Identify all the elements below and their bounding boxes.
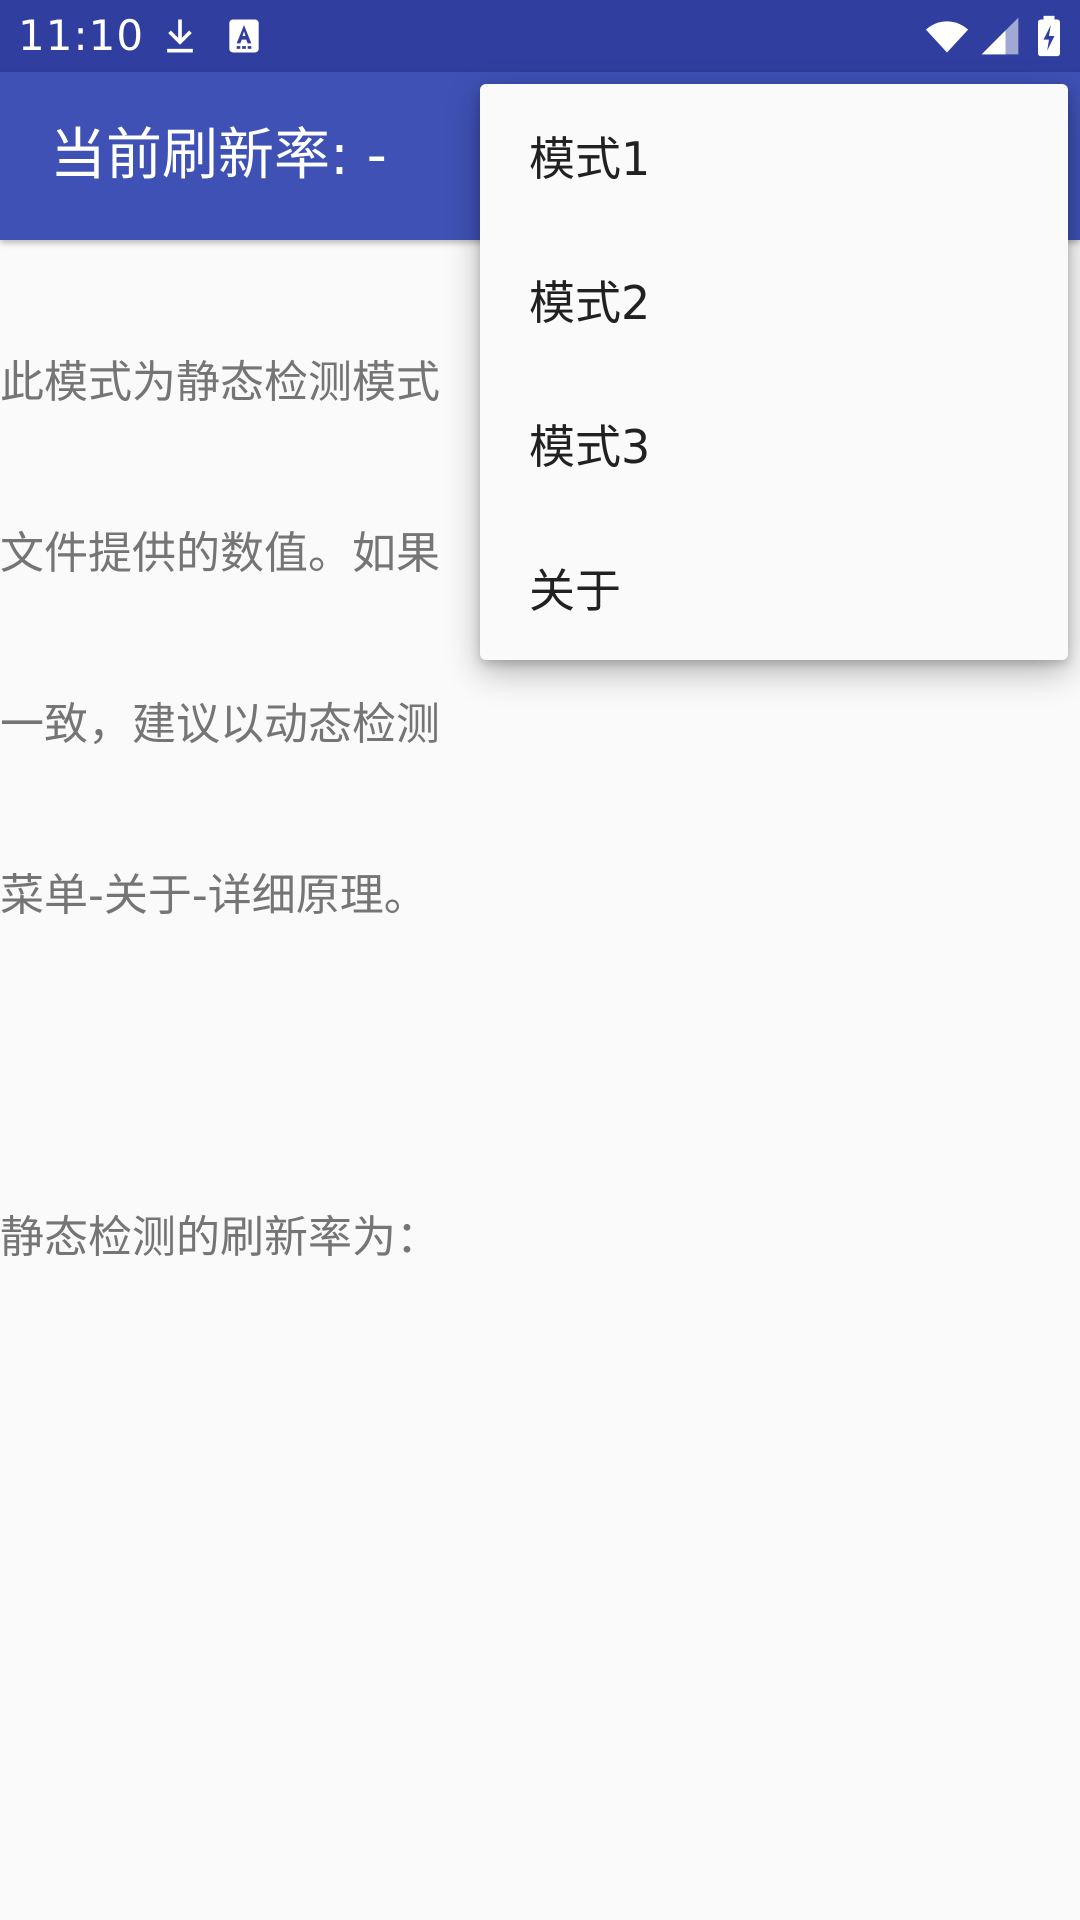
menu-item-about[interactable]: 关于 [480,516,1068,660]
static-refresh-rate-label: 静态检测的刷新率为： [0,1212,440,1263]
overflow-menu: 模式1 模式2 模式3 关于 [480,84,1068,660]
menu-item-mode-3[interactable]: 模式3 [480,372,1068,516]
description-line: 菜单-关于-详细原理。 [0,870,428,921]
status-bar: 11:10 [0,0,1080,72]
page-title: 当前刷新率: - [50,123,387,188]
signal-icon [978,14,1022,58]
menu-item-mode-2[interactable]: 模式2 [480,228,1068,372]
battery-charging-icon [1032,14,1066,58]
description-line: 一致，建议以动态检测 [0,699,440,750]
keyboard-a-icon [222,14,266,58]
status-time: 11:10 [18,11,145,60]
wifi-icon [922,14,972,58]
menu-item-mode-1[interactable]: 模式1 [480,84,1068,228]
download-icon [158,14,202,58]
